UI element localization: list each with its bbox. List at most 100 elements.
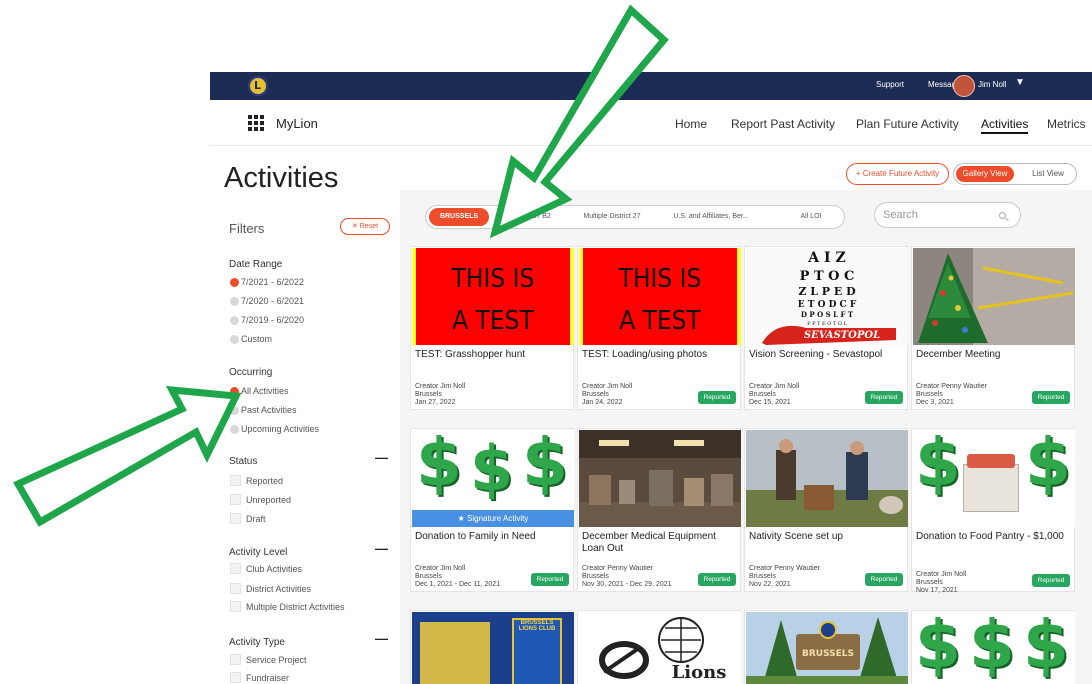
activity-card[interactable]: THIS IS A TEST TEST: Grasshopper hunt Cr… [410,246,574,410]
nav-metrics[interactable]: Metrics [1047,117,1086,131]
nav-plan-future-activity[interactable]: Plan Future Activity [856,117,959,131]
activity-card[interactable]: THIS IS A TEST TEST: Loading/using photo… [577,246,741,410]
dollar-sign-icon: $ [1023,612,1069,683]
collapse-icon[interactable]: — [375,450,388,465]
activity-title: Vision Screening - Sevastopol [749,349,883,360]
user-menu[interactable]: Jim Noll [978,80,1006,89]
gallery-view-button[interactable]: Gallery View [956,166,1014,182]
banner-label: Signature Activity [467,514,529,523]
option-label: Upcoming Activities [241,424,320,434]
activity-card[interactable]: $ $ Donation to Food Pantry - $1,000 Cre… [911,428,1075,594]
activity-title: TEST: Loading/using photos [582,349,708,360]
checkbox[interactable] [230,563,241,574]
activity-photo: $ $ $ [913,612,1075,684]
activity-type-option[interactable]: Fundraiser [230,672,289,683]
status-option[interactable]: Reported [230,475,283,486]
checkbox[interactable] [230,513,241,524]
date-range-option[interactable]: Custom [230,334,272,344]
activity-card[interactable]: Lions [577,610,741,684]
collapse-icon[interactable]: — [375,631,388,646]
date-range-option[interactable]: 7/2020 - 6/2021 [230,296,304,306]
tab-all-loi[interactable]: All LOI [786,206,836,228]
status-badge: Reported [1032,391,1070,404]
status-badge: Reported [698,391,736,404]
location-tabs: BRUSSELS District 27 B2 Multiple Distric… [425,205,845,229]
activity-card[interactable]: December Medical Equipment Loan Out Crea… [577,428,741,592]
nav-activities[interactable]: Activities [981,117,1029,134]
activity-level-option[interactable]: Multiple District Activities [230,601,345,612]
search-icon[interactable] [999,212,1006,219]
activity-card[interactable]: BRUSSELS [744,610,908,684]
activity-photo: $ $ $ ★ Signature Activity [412,430,574,527]
activity-level-option[interactable]: Club Activities [230,563,302,574]
image-text: A TEST [452,306,534,336]
activity-card[interactable]: Nativity Scene set up Creator Penny Waut… [744,428,908,592]
create-future-activity-button[interactable]: + Create Future Activity [846,163,949,185]
tab-multiple-district-27[interactable]: Multiple District 27 [574,206,650,228]
activity-title: Donation to Food Pantry - $1,000 [916,531,1064,542]
checkbox[interactable] [230,583,241,594]
search-input[interactable] [883,207,993,223]
activity-type-option[interactable]: Service Project [230,654,307,665]
date-range-option[interactable]: 7/2021 - 6/2022 [230,277,304,287]
occurring-option[interactable]: All Activities [230,386,289,396]
activity-level-option[interactable]: District Activities [230,583,311,594]
activity-photo: Lions [579,612,741,684]
status-option[interactable]: Unreported [230,494,291,505]
list-view-button[interactable]: List View [1022,166,1074,182]
avatar[interactable] [953,75,975,97]
app-grid-icon[interactable] [248,115,264,131]
dollar-sign-icon: $ [915,430,961,501]
activity-card[interactable]: $ $ $ [911,610,1075,684]
status-option[interactable]: Draft [230,513,266,524]
status-badge: Reported [865,391,903,404]
activity-photo: THIS IS A TEST [412,248,574,345]
checkbox[interactable] [230,654,241,665]
activity-date: Nov 22, 2021 [749,581,791,588]
tab-brussels[interactable]: BRUSSELS [429,208,489,226]
brand-name[interactable]: MyLion [276,116,318,131]
checkbox[interactable] [230,494,241,505]
image-text: Lions [672,662,727,683]
top-bar: Support Messages Jim Noll ▼ [210,72,1092,100]
town-park-image: BRUSSELS [746,617,908,684]
status-badge: Reported [1032,574,1070,587]
checkbox[interactable] [230,475,241,486]
activity-date: Dec 3, 2021 [916,399,954,406]
activity-card[interactable]: December Meeting Creator Penny Wautier B… [911,246,1075,410]
nav-report-past-activity[interactable]: Report Past Activity [731,117,835,131]
activity-card[interactable]: BRUSSELS LIONS CLUB [410,610,574,684]
nav-home[interactable]: Home [675,117,707,131]
activity-title: TEST: Grasshopper hunt [415,349,526,360]
reset-filters-button[interactable]: ✕ Reset [340,218,390,235]
tab-district-27-b2[interactable]: District 27 B2 [499,206,561,228]
activity-photo: A I Z P T O C Z L P E D E T O D C F D P … [746,248,908,345]
page-title: Activities [224,162,339,194]
radio-icon [230,296,239,306]
status-badge: Reported [531,573,569,586]
chevron-down-icon[interactable]: ▼ [1015,77,1025,88]
activity-level-label: Activity Level [229,547,288,558]
option-label: 7/2021 - 6/2022 [241,277,305,287]
date-range-option[interactable]: 7/2019 - 6/2020 [230,315,304,325]
svg-text:E T O D C F: E T O D C F [798,300,857,310]
lions-logo-icon[interactable] [248,76,268,96]
reset-label: Reset [359,223,379,230]
collapse-icon[interactable]: — [375,541,388,556]
checkbox[interactable] [230,601,241,612]
activity-date: Jan 24, 2022 [582,399,623,406]
checkbox[interactable] [230,672,241,683]
activity-card[interactable]: A I Z P T O C Z L P E D E T O D C F D P … [744,246,908,410]
radio-icon [230,315,239,325]
image-text: A TEST [619,306,701,336]
occurring-option[interactable]: Upcoming Activities [230,424,319,434]
tab-us-affiliates[interactable]: U.S. and Affiliates, Ber... [661,206,761,228]
main-nav: MyLion Home Report Past Activity Plan Fu… [210,100,1092,146]
svg-text:F P T E O T O L: F P T E O T O L [807,321,847,327]
activity-card[interactable]: $ $ $ ★ Signature Activity Donation to F… [410,428,574,592]
activity-date: Dec 1, 2021 - Dec 11, 2021 [415,581,501,588]
option-label: Multiple District Activities [246,601,345,612]
support-link[interactable]: Support [876,80,904,89]
activity-type-label: Activity Type [229,637,285,648]
occurring-option[interactable]: Past Activities [230,405,297,415]
